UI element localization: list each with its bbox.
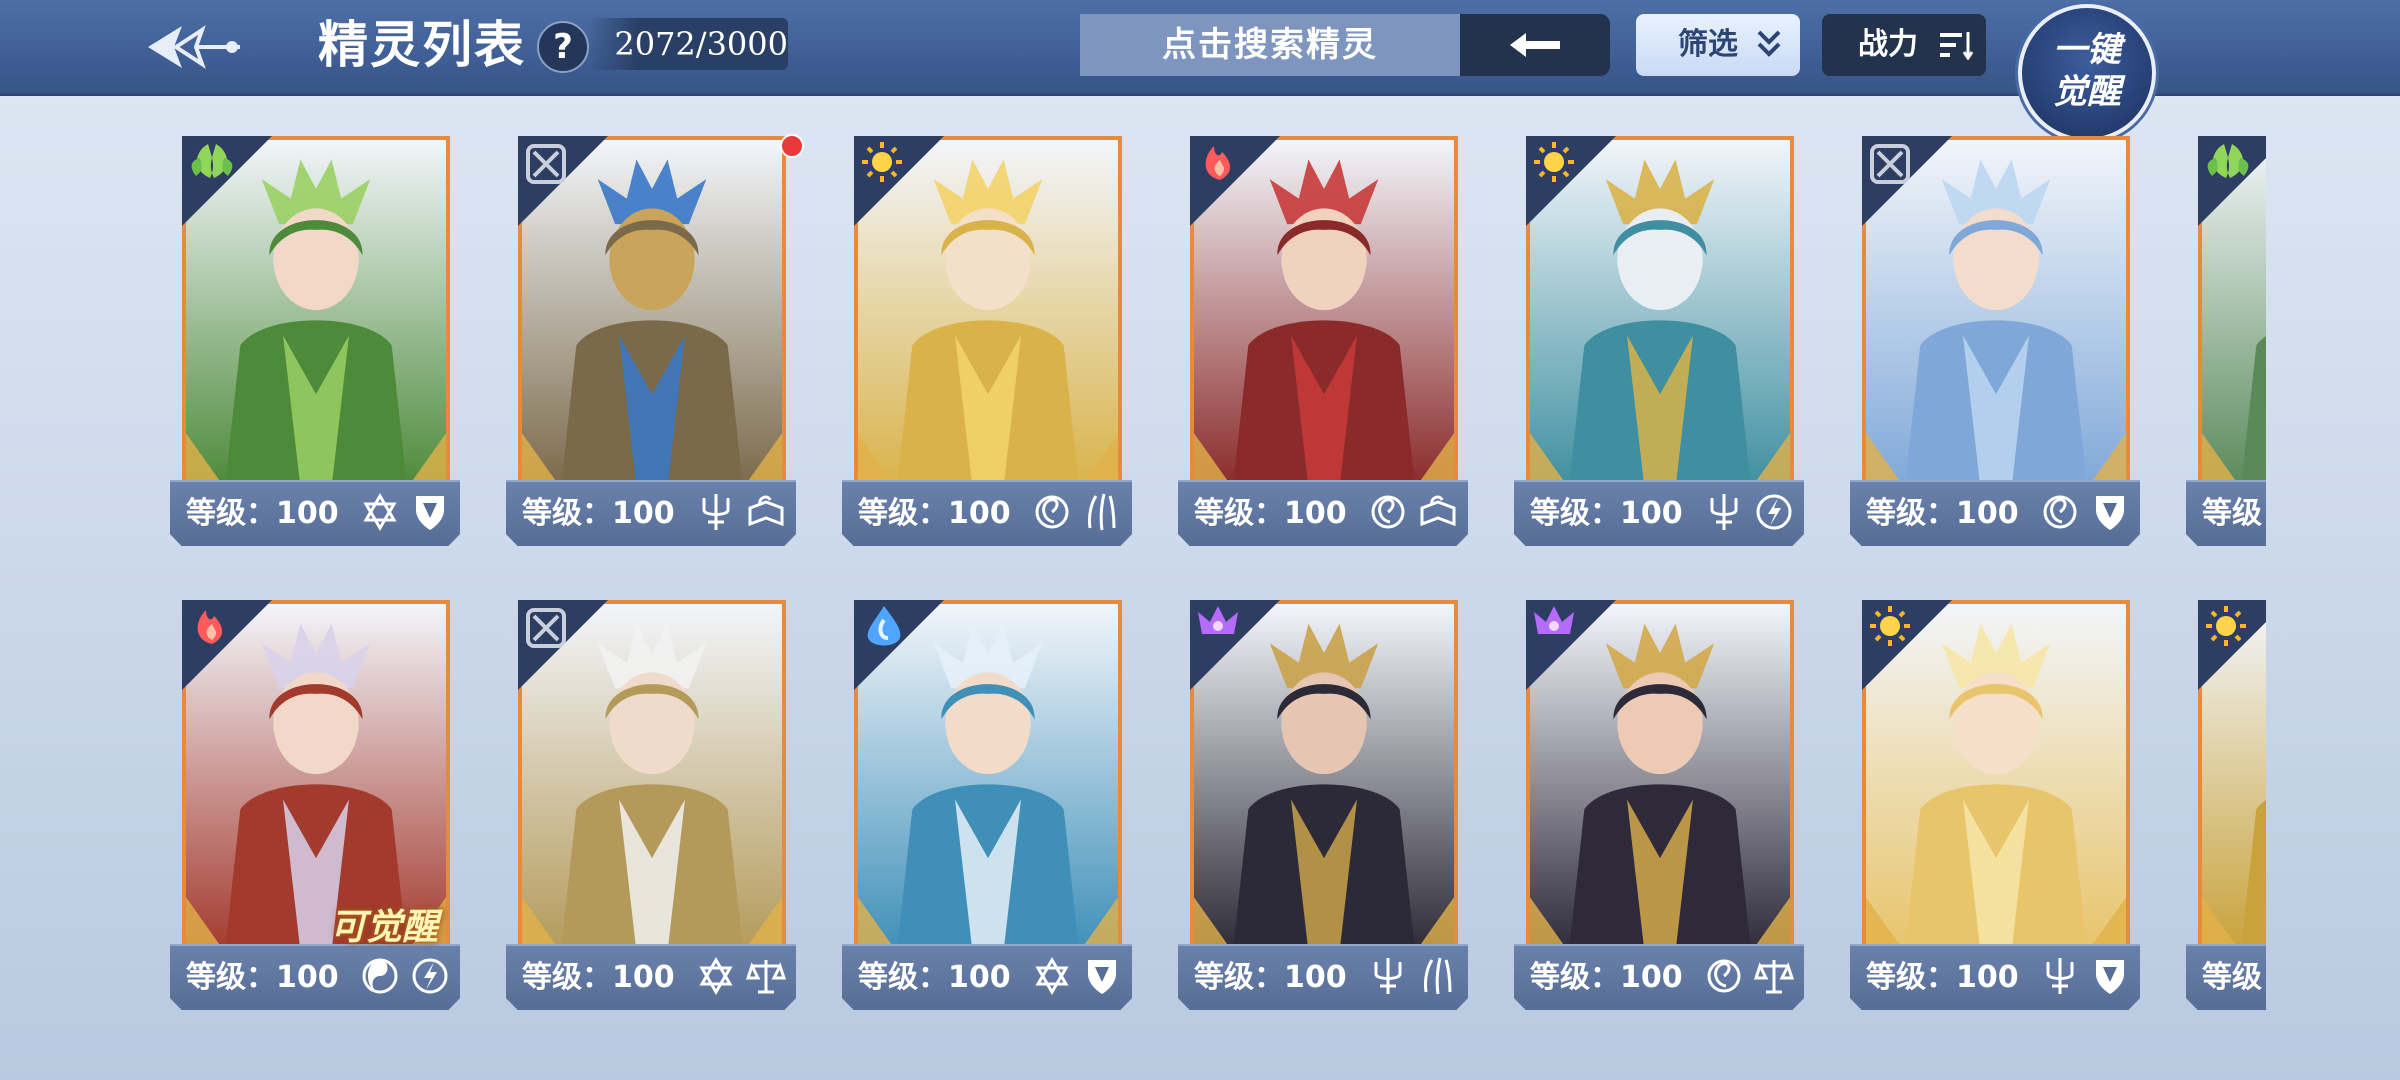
- neutral-icon: [518, 136, 608, 226]
- shield-icon: [416, 496, 444, 530]
- level-label: 等级：100: [1194, 496, 1347, 531]
- swirl-icon: [1371, 495, 1405, 529]
- skill-icons: [699, 957, 787, 995]
- spirit-card[interactable]: 等级：100: [1850, 600, 2140, 1020]
- spirit-card[interactable]: 等级：100: [842, 136, 1132, 556]
- spirit-card[interactable]: 等级：100: [170, 136, 460, 556]
- level-label: 等级：: [2202, 960, 2266, 995]
- level-label: 等级：100: [1194, 960, 1347, 995]
- skill-icons: [2043, 495, 2124, 530]
- shield-icon: [1088, 960, 1116, 994]
- skill-icons: [1371, 495, 1456, 529]
- dark-icon: [1526, 600, 1616, 690]
- level-label: 等级：100: [522, 496, 675, 531]
- swirl-icon: [2043, 495, 2077, 529]
- level-label: 等级：100: [1530, 960, 1683, 995]
- trident-icon: [2046, 958, 2074, 994]
- level-label: 等级：100: [858, 496, 1011, 531]
- level-label: 等级：100: [1866, 496, 2019, 531]
- grass-icon: [182, 136, 272, 226]
- level-label: 等级：100: [186, 960, 339, 995]
- spirit-card-partial[interactable]: 等级：: [2186, 600, 2266, 1020]
- skill-icons: [363, 493, 444, 531]
- swirl-icon: [1035, 495, 1069, 529]
- hexagram-icon: [699, 957, 733, 995]
- skill-icons: [1035, 957, 1116, 995]
- trident-icon: [702, 494, 730, 530]
- level-label: 等级：100: [1530, 496, 1683, 531]
- trident-icon: [1374, 958, 1402, 994]
- trident-icon: [1710, 494, 1738, 530]
- skill-icons: [362, 958, 448, 994]
- level-label: 等级：100: [522, 960, 675, 995]
- awakenable-badge: 可觉醒: [330, 906, 439, 948]
- skill-icons: [1374, 957, 1452, 995]
- hexagram-icon: [1035, 957, 1069, 995]
- spirit-card[interactable]: 等级：100: [1178, 136, 1468, 556]
- scales-icon: [1753, 960, 1795, 994]
- book-icon: [1420, 495, 1456, 527]
- level-label: 等级：100: [186, 496, 339, 531]
- claw-icon: [1088, 493, 1116, 531]
- spirit-card[interactable]: 等级：100: [842, 600, 1132, 1020]
- level-label: 等级：: [2202, 496, 2266, 531]
- book-icon: [748, 495, 784, 527]
- spirit-card[interactable]: 等级：100: [1850, 136, 2140, 556]
- neutral-icon: [1862, 136, 1952, 226]
- dark-icon: [1190, 600, 1280, 690]
- spirit-card-partial[interactable]: 等级：: [2186, 136, 2266, 556]
- notification-dot: [780, 134, 804, 158]
- swirl-icon: [1707, 959, 1741, 993]
- spirit-card[interactable]: 等级：100: [506, 134, 804, 556]
- light-icon: [1526, 136, 1616, 226]
- spirit-card[interactable]: 等级：100: [1514, 600, 1804, 1020]
- fire-icon: [182, 600, 272, 690]
- level-label: 等级：100: [1866, 960, 2019, 995]
- light-icon: [1862, 600, 1952, 690]
- scales-icon: [745, 960, 787, 994]
- shield-icon: [2096, 960, 2124, 994]
- spirit-grid: 等级：100 等级：100 等级：100 等级：100 等级：100 等级：10…: [0, 0, 2268, 1080]
- water-icon: [854, 600, 944, 690]
- shield-icon: [2096, 496, 2124, 530]
- neutral-icon: [518, 600, 608, 690]
- spirit-card[interactable]: 等级：100 可觉醒: [170, 600, 460, 1020]
- fire-icon: [1190, 136, 1280, 226]
- skill-icons: [702, 494, 784, 530]
- skill-icons: [1707, 959, 1795, 994]
- grass-icon: [2198, 136, 2266, 226]
- yinyang-icon: [362, 958, 398, 994]
- hexagram-icon: [363, 493, 397, 531]
- lightning-icon: [1756, 494, 1792, 530]
- skill-icons: [1710, 494, 1792, 530]
- lightning-icon: [412, 958, 448, 994]
- spirit-card[interactable]: 等级：100: [506, 600, 796, 1020]
- spirit-card[interactable]: 等级：100: [1178, 600, 1468, 1020]
- level-label: 等级：100: [858, 960, 1011, 995]
- skill-icons: [2046, 958, 2124, 994]
- claw-icon: [1424, 957, 1452, 995]
- spirit-card[interactable]: 等级：100: [1514, 136, 1804, 556]
- light-icon: [854, 136, 944, 226]
- skill-icons: [1035, 493, 1116, 531]
- light-icon: [2198, 600, 2266, 690]
